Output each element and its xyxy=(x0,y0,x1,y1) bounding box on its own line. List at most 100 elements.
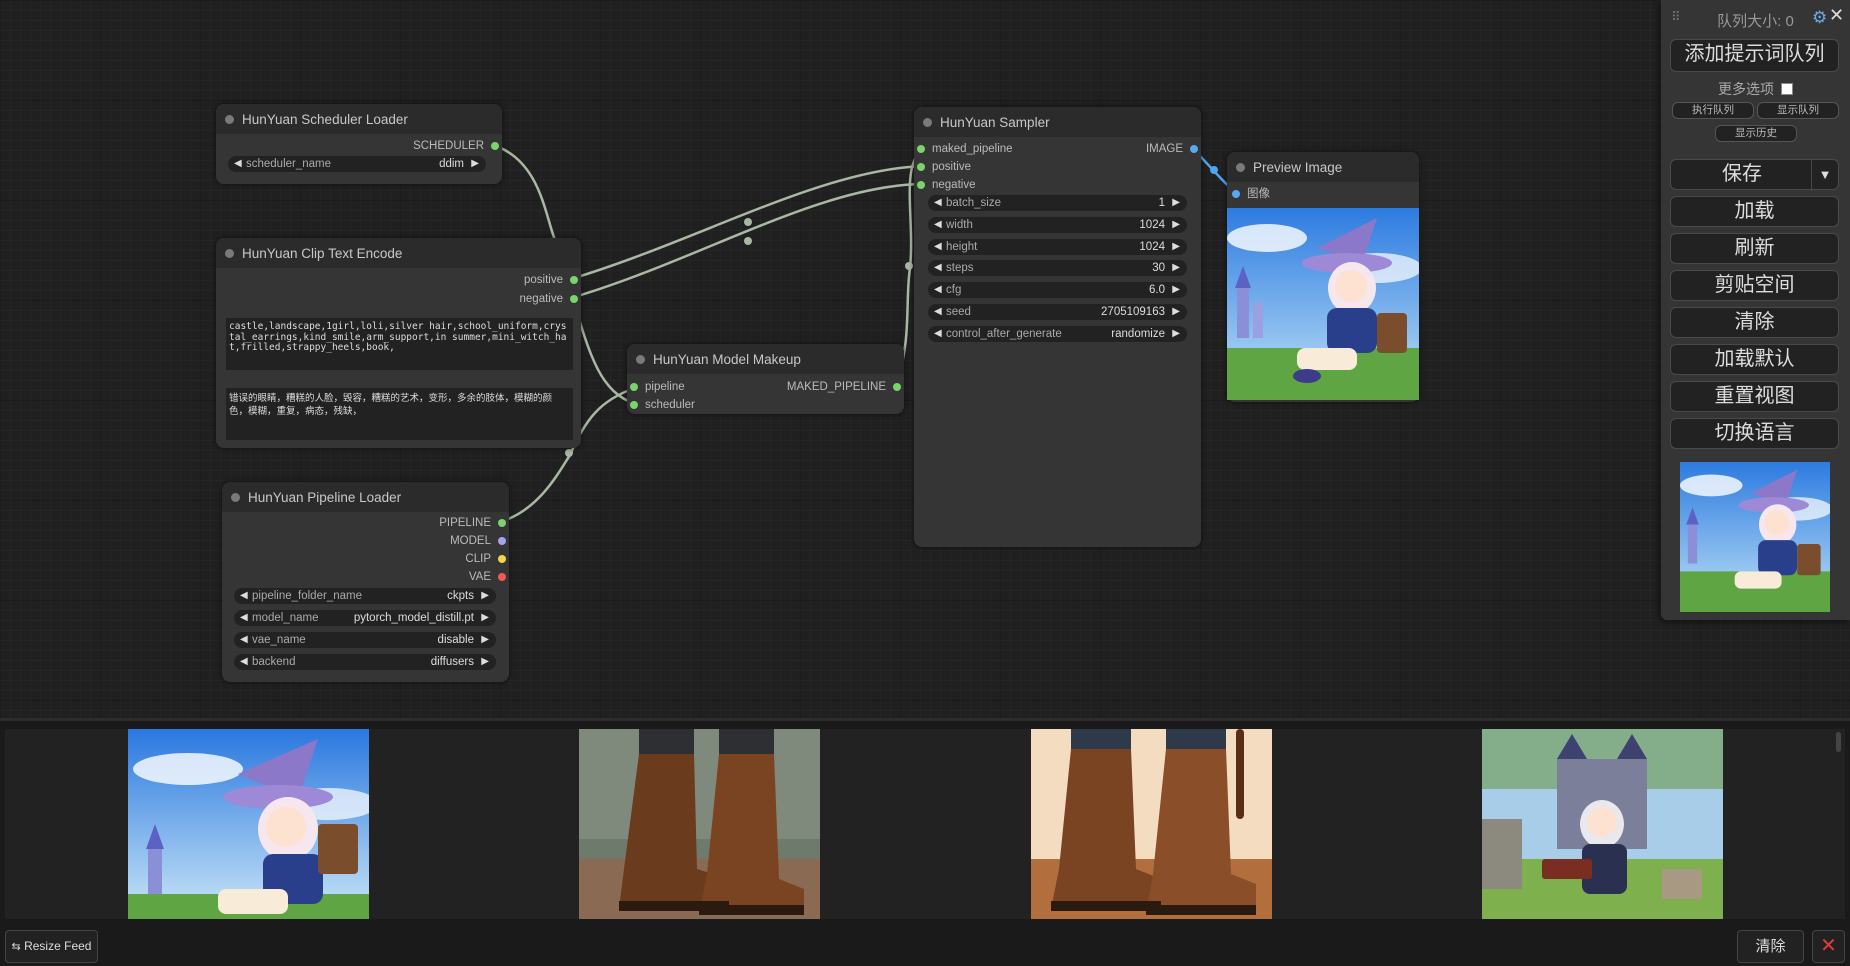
side-preview-thumbnail[interactable] xyxy=(1680,462,1830,612)
output-pin-icon[interactable] xyxy=(498,555,506,563)
output-negative[interactable]: negative xyxy=(520,292,578,306)
widget-control-after-generate[interactable]: ◀ control_after_generate randomize ▶ xyxy=(928,326,1187,342)
widget-model-name[interactable]: ◀ model_name pytorch_model_distill.pt ▶ xyxy=(234,610,496,626)
arrow-left-icon[interactable]: ◀ xyxy=(234,156,242,172)
switch-language-button[interactable]: 切换语言 xyxy=(1670,418,1839,449)
input-negative[interactable]: negative xyxy=(917,178,975,192)
output-scheduler[interactable]: SCHEDULER xyxy=(413,139,499,153)
input-image[interactable]: 图像 xyxy=(1232,187,1270,201)
feed-image-4[interactable] xyxy=(1482,729,1723,919)
arrow-left-icon[interactable]: ◀ xyxy=(240,654,248,670)
arrow-left-icon[interactable]: ◀ xyxy=(240,588,248,604)
show-history-button[interactable]: 显示历史 xyxy=(1715,125,1797,142)
collapse-dot-icon[interactable] xyxy=(225,115,234,124)
node-title[interactable]: HunYuan Pipeline Loader xyxy=(222,482,509,512)
more-options-row[interactable]: 更多选项 xyxy=(1661,79,1850,99)
input-scheduler[interactable]: scheduler xyxy=(630,398,695,412)
resize-feed-button[interactable]: ⇆ Resize Feed xyxy=(5,930,98,963)
output-image[interactable]: IMAGE xyxy=(1146,142,1198,156)
input-pin-icon[interactable] xyxy=(917,181,925,189)
widget-cfg[interactable]: ◀ cfg 6.0 ▶ xyxy=(928,282,1187,298)
input-positive[interactable]: positive xyxy=(917,160,971,174)
arrow-left-icon[interactable]: ◀ xyxy=(934,195,942,211)
arrow-left-icon[interactable]: ◀ xyxy=(934,217,942,233)
input-pipeline[interactable]: pipeline xyxy=(630,380,685,394)
widget-scheduler-name[interactable]: ◀ scheduler_name ddim ▶ xyxy=(228,156,486,172)
collapse-dot-icon[interactable] xyxy=(225,249,234,258)
widget-backend[interactable]: ◀ backend diffusers ▶ xyxy=(234,654,496,670)
output-maked-pipeline[interactable]: MAKED_PIPELINE xyxy=(787,380,901,394)
output-pin-icon[interactable] xyxy=(491,142,499,150)
refresh-button[interactable]: 刷新 xyxy=(1670,233,1839,264)
arrow-right-icon[interactable]: ▶ xyxy=(481,632,489,648)
output-clip[interactable]: CLIP xyxy=(465,552,506,566)
output-pin-icon[interactable] xyxy=(570,276,578,284)
feed-image-1[interactable] xyxy=(128,729,369,919)
positive-prompt-textarea[interactable]: castle,landscape,1girl,loli,silver hair,… xyxy=(226,318,573,370)
arrow-left-icon[interactable]: ◀ xyxy=(934,326,942,342)
node-title[interactable]: Preview Image xyxy=(1227,152,1419,182)
feed-scrollbar[interactable] xyxy=(1836,732,1841,752)
arrow-right-icon[interactable]: ▶ xyxy=(1172,304,1180,320)
widget-steps[interactable]: ◀ steps 30 ▶ xyxy=(928,260,1187,276)
collapse-dot-icon[interactable] xyxy=(923,118,932,127)
node-title[interactable]: HunYuan Sampler xyxy=(914,107,1201,137)
feed-close-button[interactable]: ✕ xyxy=(1812,930,1845,963)
gear-icon[interactable]: ⚙ xyxy=(1812,8,1827,28)
close-icon[interactable]: ✕ xyxy=(1829,5,1844,26)
arrow-left-icon[interactable]: ◀ xyxy=(240,610,248,626)
widget-height[interactable]: ◀ height 1024 ▶ xyxy=(928,239,1187,255)
negative-prompt-textarea[interactable]: 错误的眼睛，糟糕的人脸，毁容，糟糕的艺术，变形，多余的肢体，模糊的颜色，模糊，重… xyxy=(226,388,573,440)
arrow-left-icon[interactable]: ◀ xyxy=(240,632,248,648)
more-options-checkbox[interactable] xyxy=(1780,83,1793,95)
output-model[interactable]: MODEL xyxy=(450,534,506,548)
collapse-dot-icon[interactable] xyxy=(636,355,645,364)
arrow-right-icon[interactable]: ▶ xyxy=(1172,260,1180,276)
output-pin-icon[interactable] xyxy=(498,537,506,545)
node-pipeline-loader[interactable]: HunYuan Pipeline Loader PIPELINE MODEL C… xyxy=(222,482,509,682)
arrow-left-icon[interactable]: ◀ xyxy=(934,304,942,320)
widget-seed[interactable]: ◀ seed 2705109163 ▶ xyxy=(928,304,1187,320)
feed-clear-button[interactable]: 清除 xyxy=(1737,930,1804,963)
output-pin-icon[interactable] xyxy=(498,519,506,527)
preview-image[interactable] xyxy=(1227,208,1419,400)
input-pin-icon[interactable] xyxy=(917,163,925,171)
show-queue-button[interactable]: 显示队列 xyxy=(1757,102,1839,119)
widget-batch-size[interactable]: ◀ batch_size 1 ▶ xyxy=(928,195,1187,211)
arrow-left-icon[interactable]: ◀ xyxy=(934,260,942,276)
output-pin-icon[interactable] xyxy=(498,573,506,581)
input-maked-pipeline[interactable]: maked_pipeline xyxy=(917,142,1013,156)
clear-button[interactable]: 清除 xyxy=(1670,307,1839,338)
output-pin-icon[interactable] xyxy=(1190,145,1198,153)
arrow-right-icon[interactable]: ▶ xyxy=(481,610,489,626)
widget-pipeline-folder-name[interactable]: ◀ pipeline_folder_name ckpts ▶ xyxy=(234,588,496,604)
arrow-right-icon[interactable]: ▶ xyxy=(471,156,479,172)
arrow-right-icon[interactable]: ▶ xyxy=(1172,195,1180,211)
widget-vae-name[interactable]: ◀ vae_name disable ▶ xyxy=(234,632,496,648)
node-title[interactable]: HunYuan Model Makeup xyxy=(627,344,904,374)
arrow-left-icon[interactable]: ◀ xyxy=(934,239,942,255)
arrow-right-icon[interactable]: ▶ xyxy=(1172,282,1180,298)
save-button[interactable]: 保存 ▼ xyxy=(1670,159,1839,190)
input-pin-icon[interactable] xyxy=(630,401,638,409)
node-graph-canvas[interactable]: HunYuan Scheduler Loader SCHEDULER ◀ sch… xyxy=(0,0,1850,718)
save-dropdown-icon[interactable]: ▼ xyxy=(1811,160,1838,189)
arrow-right-icon[interactable]: ▶ xyxy=(1172,326,1180,342)
node-model-makeup[interactable]: HunYuan Model Makeup pipeline scheduler … xyxy=(627,344,904,414)
input-pin-icon[interactable] xyxy=(917,145,925,153)
arrow-left-icon[interactable]: ◀ xyxy=(934,282,942,298)
node-scheduler-loader[interactable]: HunYuan Scheduler Loader SCHEDULER ◀ sch… xyxy=(216,104,502,184)
output-vae[interactable]: VAE xyxy=(469,570,506,584)
collapse-dot-icon[interactable] xyxy=(1236,163,1245,172)
input-pin-icon[interactable] xyxy=(1232,190,1240,198)
queue-prompt-button[interactable]: 添加提示词队列 xyxy=(1670,39,1839,72)
node-preview-image[interactable]: Preview Image 图像 xyxy=(1227,152,1419,402)
input-pin-icon[interactable] xyxy=(630,383,638,391)
output-pin-icon[interactable] xyxy=(893,383,901,391)
arrow-right-icon[interactable]: ▶ xyxy=(481,654,489,670)
clipspace-button[interactable]: 剪贴空间 xyxy=(1670,270,1839,301)
node-title[interactable]: HunYuan Clip Text Encode xyxy=(216,238,581,268)
feed-image-2[interactable] xyxy=(579,729,820,919)
output-pipeline[interactable]: PIPELINE xyxy=(439,516,506,530)
load-button[interactable]: 加载 xyxy=(1670,196,1839,227)
